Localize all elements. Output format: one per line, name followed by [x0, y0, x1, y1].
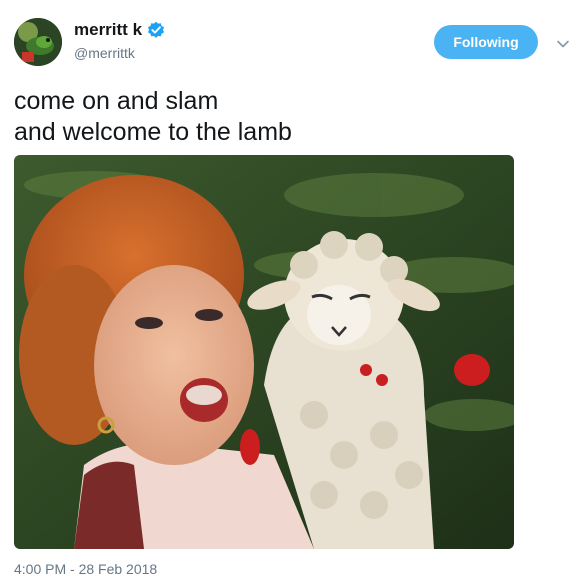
- tweet-timestamp[interactable]: 4:00 PM - 28 Feb 2018: [14, 561, 157, 577]
- name-row: merritt k: [74, 20, 165, 40]
- tweet-text: come on and slam and welcome to the lamb: [14, 86, 574, 148]
- display-name[interactable]: merritt k: [74, 20, 142, 40]
- user-handle[interactable]: @merrittk: [74, 45, 135, 61]
- tweet-text-line: and welcome to the lamb: [14, 118, 292, 146]
- chevron-down-icon[interactable]: [556, 36, 570, 48]
- following-button[interactable]: Following: [434, 25, 538, 59]
- tweet-media-photo[interactable]: [14, 155, 514, 549]
- avatar[interactable]: [14, 18, 62, 66]
- tweet-text-line: come on and slam: [14, 87, 219, 115]
- tweet-card: merritt k @merrittk Following come on an…: [0, 0, 586, 584]
- verified-badge-icon: [147, 21, 165, 39]
